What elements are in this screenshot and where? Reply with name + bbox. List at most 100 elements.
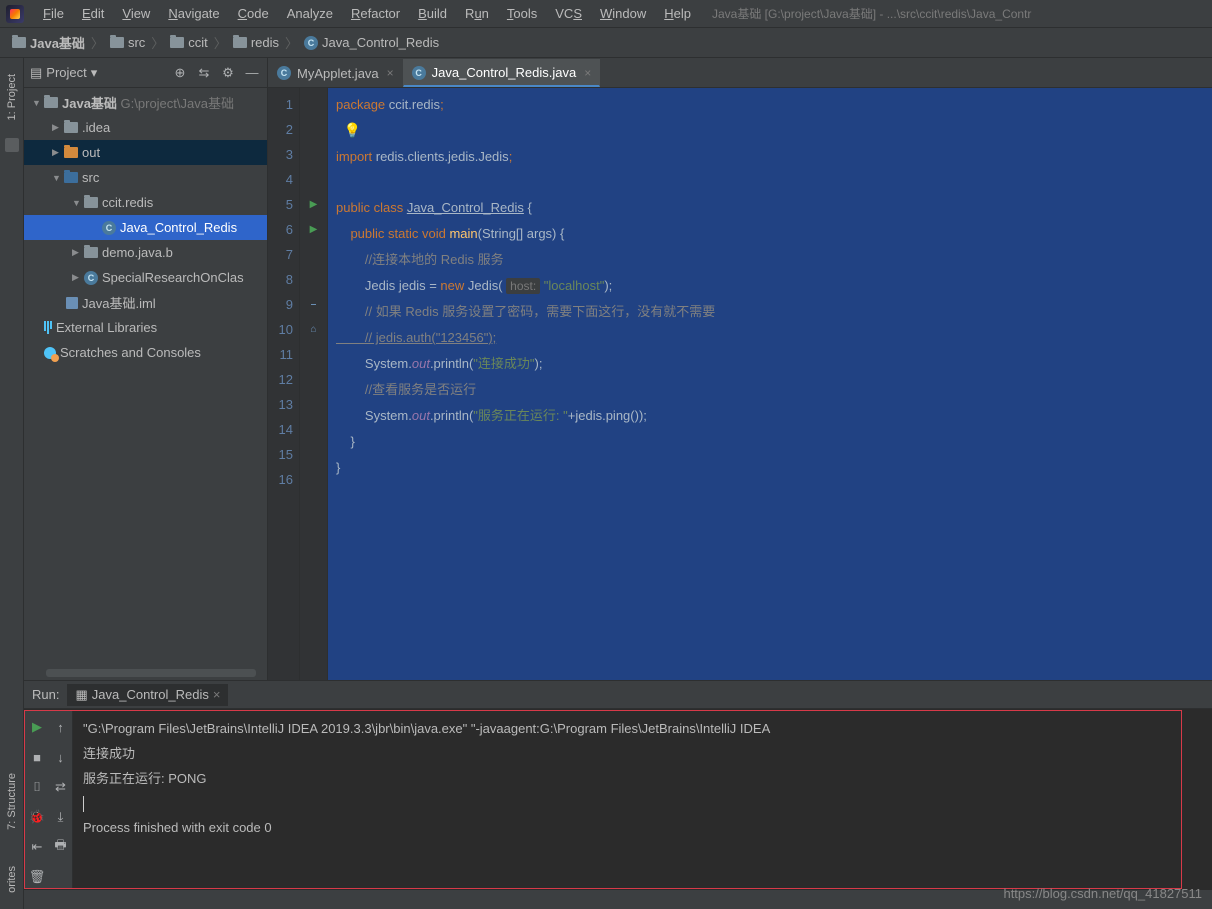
menu-navigate[interactable]: Navigate	[159, 3, 228, 24]
menu-build[interactable]: Build	[409, 3, 456, 24]
code-content[interactable]: package ccit.redis; 💡 import redis.clien…	[328, 88, 1212, 708]
text-cursor	[83, 796, 84, 812]
menu-edit[interactable]: Edit	[73, 3, 113, 24]
run-gutter-icon[interactable]: ▶	[300, 217, 327, 242]
folder-icon	[12, 37, 26, 48]
menu-view[interactable]: View	[113, 3, 159, 24]
up-icon[interactable]: ↑	[53, 719, 69, 735]
library-icon	[44, 321, 52, 334]
dump-icon[interactable]: ⌷	[29, 779, 45, 795]
menu-code[interactable]: Code	[229, 3, 278, 24]
print-icon[interactable]: 🖶	[53, 839, 69, 855]
locate-icon[interactable]: ⊕	[171, 64, 189, 82]
run-toolbar-left: ▶ ■ ⌷ 🐞 ⇤ 🗑	[25, 711, 49, 888]
toolwindow-structure-tab[interactable]: 7: Structure	[4, 765, 20, 838]
breadcrumb-pkg[interactable]: ccit	[166, 33, 212, 52]
folder-icon	[233, 37, 247, 48]
debug-icon[interactable]: 🐞	[29, 809, 45, 825]
line-numbers: 12345678910111213141516	[268, 88, 300, 708]
folder-icon	[110, 37, 124, 48]
window-title: Java基础 [G:\project\Java基础] - ...\src\cci…	[712, 5, 1031, 22]
trash-icon[interactable]: 🗑	[29, 869, 45, 885]
tab-java-control-redis[interactable]: CJava_Control_Redis.java×	[403, 59, 601, 87]
close-icon[interactable]: ×	[584, 66, 591, 80]
breadcrumb-src[interactable]: src	[106, 33, 149, 52]
tree-special[interactable]: ▶CSpecialResearchOnClas	[24, 265, 267, 290]
menu-tools[interactable]: Tools	[498, 3, 546, 24]
horizontal-scrollbar[interactable]	[46, 669, 256, 677]
gutter-icons: ▶ ▶ ⎯ ⌂	[300, 88, 328, 708]
method-sep-icon: ⎯	[300, 292, 327, 317]
run-label: Run:	[32, 687, 59, 702]
breadcrumb: Java基础 〉 src 〉 ccit 〉 redis 〉 CJava_Cont…	[0, 28, 1212, 58]
project-tree[interactable]: ▼Java基础 G:\project\Java基础 ▶.idea ▶out ▼s…	[24, 88, 267, 708]
folder-icon	[64, 172, 78, 183]
breadcrumb-class[interactable]: CJava_Control_Redis	[300, 33, 443, 52]
breadcrumb-project[interactable]: Java基础	[8, 31, 89, 54]
run-gutter-icon[interactable]: ▶	[300, 192, 327, 217]
method-sep-icon: ⌂	[300, 317, 327, 342]
breadcrumb-sub[interactable]: redis	[229, 33, 283, 52]
close-icon[interactable]: ×	[213, 687, 221, 702]
watermark: https://blog.csdn.net/qq_41827511	[1003, 886, 1202, 901]
project-view-icon: ▤	[30, 65, 42, 81]
menu-window[interactable]: Window	[591, 3, 655, 24]
scroll-icon[interactable]: ⤓	[53, 809, 69, 825]
gutter: 12345678910111213141516 ▶ ▶ ⎯ ⌂	[268, 88, 328, 708]
menu-analyze[interactable]: Analyze	[278, 3, 342, 24]
folder-icon	[64, 147, 78, 158]
class-icon: C	[304, 36, 318, 50]
app-icon: ▦	[75, 687, 87, 703]
folder-icon	[64, 122, 78, 133]
editor-tabs: CMyApplet.java× CJava_Control_Redis.java…	[268, 58, 1212, 88]
tree-scratches[interactable]: Scratches and Consoles	[24, 340, 267, 365]
project-panel-header: ▤ Project ▾ ⊕ ⇆ ⚙ —	[24, 58, 267, 88]
editor-area: CMyApplet.java× CJava_Control_Redis.java…	[268, 58, 1212, 708]
toolwindow-icon[interactable]	[5, 138, 19, 152]
tree-demo[interactable]: ▶demo.java.b	[24, 240, 267, 265]
folder-icon	[84, 197, 98, 208]
stop-icon[interactable]: ■	[29, 749, 45, 765]
console-output[interactable]: "G:\Program Files\JetBrains\IntelliJ IDE…	[73, 711, 1181, 888]
param-hint: host:	[506, 278, 540, 294]
chevron-down-icon[interactable]: ▾	[91, 65, 98, 81]
tree-iml[interactable]: Java基础.iml	[24, 290, 267, 315]
code-editor[interactable]: 12345678910111213141516 ▶ ▶ ⎯ ⌂ package …	[268, 88, 1212, 708]
run-tool-window: Run: ▦Java_Control_Redis× ▶ ■ ⌷ 🐞 ⇤ 🗑 ↑ …	[24, 680, 1212, 890]
rerun-icon[interactable]: ▶	[29, 719, 45, 735]
left-toolwindow-strip: 1: Project	[0, 58, 24, 708]
tree-idea[interactable]: ▶.idea	[24, 115, 267, 140]
menu-help[interactable]: Help	[655, 3, 700, 24]
bulb-icon[interactable]: 💡	[344, 122, 361, 138]
gear-icon[interactable]: ⚙	[219, 64, 237, 82]
class-icon: C	[412, 66, 426, 80]
menu-file[interactable]: File	[34, 3, 73, 24]
tree-root[interactable]: ▼Java基础 G:\project\Java基础	[24, 90, 267, 115]
project-panel-title[interactable]: Project	[46, 65, 86, 80]
exit-icon[interactable]: ⇤	[29, 839, 45, 855]
tree-pkg[interactable]: ▼ccit.redis	[24, 190, 267, 215]
tab-myapplet[interactable]: CMyApplet.java×	[268, 59, 403, 87]
down-icon[interactable]: ↓	[53, 749, 69, 765]
folder-icon	[44, 97, 58, 108]
tree-class-selected[interactable]: CJava_Control_Redis	[24, 215, 267, 240]
run-toolbar-right: ↑ ↓ ⇄ ⤓ 🖶	[49, 711, 73, 888]
tree-src[interactable]: ▼src	[24, 165, 267, 190]
tree-external-libs[interactable]: External Libraries	[24, 315, 267, 340]
folder-icon	[84, 247, 98, 258]
file-icon	[66, 297, 78, 309]
collapse-icon[interactable]: ⇆	[195, 64, 213, 82]
minimize-icon[interactable]: —	[243, 64, 261, 82]
toolwindow-favorites-tab[interactable]: orites	[4, 858, 20, 901]
app-icon	[6, 5, 24, 23]
run-config-tab[interactable]: ▦Java_Control_Redis×	[67, 684, 228, 706]
toolwindow-project-tab[interactable]: 1: Project	[4, 66, 20, 128]
menu-run[interactable]: Run	[456, 3, 498, 24]
project-panel: ▤ Project ▾ ⊕ ⇆ ⚙ — ▼Java基础 G:\project\J…	[24, 58, 268, 708]
scratch-icon	[44, 347, 56, 359]
menu-vcs[interactable]: VCS	[546, 3, 591, 24]
menu-refactor[interactable]: Refactor	[342, 3, 409, 24]
close-icon[interactable]: ×	[387, 66, 394, 80]
wrap-icon[interactable]: ⇄	[53, 779, 69, 795]
tree-out[interactable]: ▶out	[24, 140, 267, 165]
